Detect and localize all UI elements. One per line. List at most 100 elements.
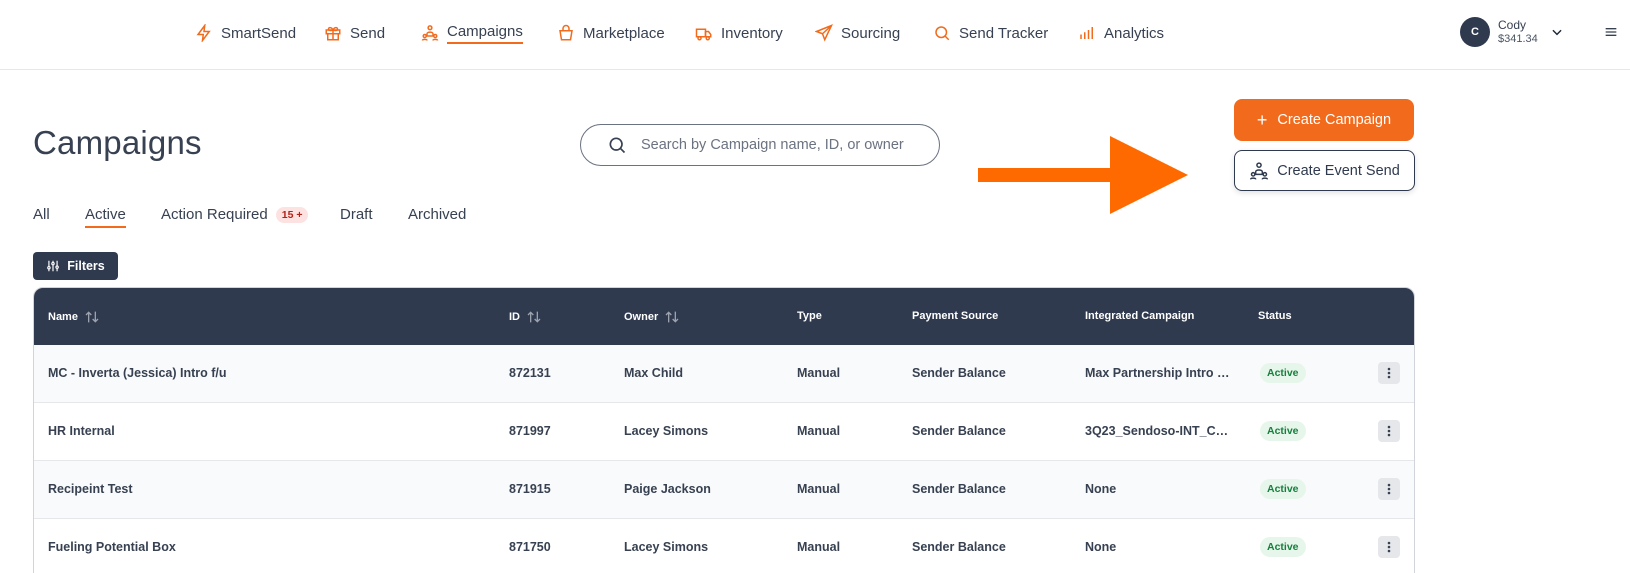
kebab-menu-icon (1387, 425, 1391, 437)
column-label: Name (48, 311, 78, 323)
column-label: Integrated Campaign (1085, 310, 1195, 322)
nav-label: Marketplace (583, 24, 665, 42)
cell-payment-source: Sender Balance (912, 366, 1006, 380)
nav-label: Campaigns (447, 23, 523, 44)
cell-type: Manual (797, 540, 841, 554)
table-body: MC - Inverta (Jessica) Intro f/u 872131 … (34, 345, 1414, 573)
cell-type: Manual (797, 366, 841, 380)
campaigns-table: Name ID Owner Type Payment Source Integr… (33, 287, 1415, 573)
tab-draft[interactable]: Draft (340, 206, 373, 223)
tab-label: Action Required (161, 206, 268, 223)
nav-item-campaigns[interactable]: Campaigns (421, 20, 523, 46)
gift-icon (325, 26, 341, 41)
cell-name[interactable]: Fueling Potential Box (48, 540, 488, 554)
tab-label: Archived (408, 206, 467, 223)
cell-integrated-campaign: 3Q23_Sendoso-INT_CS... (1085, 424, 1230, 438)
sort-icon (527, 311, 541, 323)
hamburger-menu-icon[interactable] (1603, 24, 1619, 40)
tab-label: Draft (340, 206, 373, 223)
tab-action-required[interactable]: Action Required 15 + (161, 206, 309, 223)
search-input[interactable] (641, 137, 921, 153)
nav-item-send-tracker[interactable]: Send Tracker (933, 20, 1048, 46)
column-header-id[interactable]: ID (509, 310, 542, 324)
sort-icon (85, 311, 99, 323)
column-header-status: Status (1258, 310, 1292, 322)
tab-archived[interactable]: Archived (408, 206, 466, 223)
column-header-owner[interactable]: Owner (624, 310, 680, 324)
table-row[interactable]: Recipeint Test 871915 Paige Jackson Manu… (34, 461, 1414, 519)
row-actions-button[interactable] (1378, 536, 1400, 558)
nav-item-sourcing[interactable]: Sourcing (815, 20, 900, 46)
cell-integrated-campaign: None (1085, 482, 1117, 496)
search-icon (935, 26, 950, 41)
nav-label: SmartSend (221, 24, 297, 42)
search-bar[interactable] (580, 124, 940, 166)
column-header-integrated-campaign: Integrated Campaign (1085, 310, 1194, 322)
column-label: ID (509, 311, 520, 323)
arrow-pointer-icon (978, 136, 1188, 214)
filters-button[interactable]: Filters (33, 252, 118, 280)
nav-item-inventory[interactable]: Inventory (695, 20, 783, 46)
cell-payment-source: Sender Balance (912, 540, 1006, 554)
cell-integrated-campaign: Max Partnership Intro f/u (1085, 366, 1230, 380)
user-balance: $341.34 (1498, 33, 1538, 45)
nav-item-send[interactable]: Send (324, 20, 385, 46)
cell-id: 872131 (509, 366, 551, 380)
nav-label: Inventory (721, 24, 783, 42)
table-header: Name ID Owner Type Payment Source Integr… (34, 288, 1414, 345)
cell-owner: Paige Jackson (624, 482, 711, 496)
cell-id: 871915 (509, 482, 551, 496)
cell-id: 871750 (509, 540, 551, 554)
column-label: Type (797, 310, 822, 322)
column-label: Payment Source (912, 310, 999, 322)
create-event-send-button[interactable]: Create Event Send (1234, 150, 1415, 191)
nav-label: Analytics (1104, 24, 1165, 42)
people-group-icon (1250, 161, 1269, 180)
row-actions-button[interactable] (1378, 362, 1400, 384)
nav-item-analytics[interactable]: Analytics (1078, 20, 1164, 46)
status-badge: Active (1260, 479, 1306, 499)
column-label: Status (1258, 310, 1292, 322)
create-campaign-button[interactable]: + Create Campaign (1234, 99, 1414, 141)
column-label: Owner (624, 311, 659, 323)
cell-name[interactable]: HR Internal (48, 424, 488, 438)
create-event-send-label: Create Event Send (1277, 162, 1400, 179)
bar-chart-icon (1080, 27, 1093, 39)
row-actions-button[interactable] (1378, 420, 1400, 442)
kebab-menu-icon (1387, 483, 1391, 495)
cell-name[interactable]: MC - Inverta (Jessica) Intro f/u (48, 366, 488, 380)
nav-label: Sourcing (841, 24, 901, 42)
filters-label: Filters (67, 259, 105, 273)
user-name: Cody (1498, 18, 1527, 32)
row-actions-button[interactable] (1378, 478, 1400, 500)
column-header-payment-source: Payment Source (912, 310, 998, 322)
plus-icon: + (1256, 110, 1268, 130)
cell-name[interactable]: Recipeint Test (48, 482, 488, 496)
tab-label: Active (85, 206, 126, 228)
cell-type: Manual (797, 424, 841, 438)
table-row[interactable]: Fueling Potential Box 871750 Lacey Simon… (34, 519, 1414, 573)
kebab-menu-icon (1387, 367, 1391, 379)
lightning-icon (196, 24, 211, 42)
table-row[interactable]: HR Internal 871997 Lacey Simons Manual S… (34, 403, 1414, 461)
cell-payment-source: Sender Balance (912, 482, 1006, 496)
search-icon (609, 137, 626, 154)
cell-payment-source: Sender Balance (912, 424, 1006, 438)
user-info: Cody $341.34 (1498, 18, 1538, 46)
tab-all[interactable]: All (33, 206, 50, 223)
status-badge: Active (1260, 363, 1306, 383)
campaign-icon (421, 25, 439, 41)
cell-owner: Max Child (624, 366, 684, 380)
status-badge: Active (1260, 537, 1306, 557)
tab-active[interactable]: Active (85, 206, 126, 228)
nav-label: Send Tracker (959, 24, 1049, 42)
paper-plane-icon (815, 24, 833, 42)
column-header-name[interactable]: Name (48, 310, 100, 324)
table-row[interactable]: MC - Inverta (Jessica) Intro f/u 872131 … (34, 345, 1414, 403)
cell-owner: Lacey Simons (624, 424, 709, 438)
sliders-icon (47, 260, 60, 272)
page-title: Campaigns (33, 124, 202, 161)
user-menu[interactable]: C Cody $341.34 (1460, 17, 1564, 47)
nav-item-marketplace[interactable]: Marketplace (557, 20, 665, 46)
nav-item-smartsend[interactable]: SmartSend (195, 20, 296, 46)
